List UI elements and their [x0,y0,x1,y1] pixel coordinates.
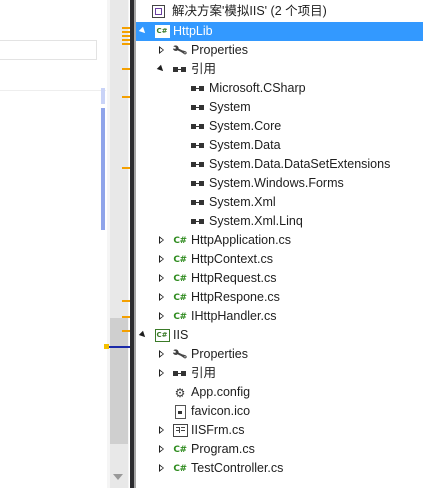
references-icon [172,62,188,77]
tree-item-label: HttpRespone.cs [191,290,280,304]
tree-item-label: Microsoft.CSharp [209,81,306,95]
tree-item-label: HttpRequest.cs [191,271,277,285]
tree-item-label: System.Data.DataSetExtensions [209,157,391,171]
tree-item[interactable]: 引用 [136,60,423,79]
tree-item[interactable]: System.Windows.Forms [136,174,423,193]
caret-indicator [104,344,109,349]
tree-item-label: favicon.ico [191,404,251,418]
editor-divider [0,90,106,91]
expand-arrow-icon[interactable] [156,254,166,264]
tree-item-label: Program.cs [191,442,255,456]
tree-item[interactable]: 🔧 Properties [136,345,423,364]
tree-item[interactable]: 解决方案'模拟IIS' (2 个项目) [136,2,423,21]
tree-item-label: System.Xml [209,195,276,209]
config-icon: ⚙ [174,385,186,400]
tree-item-label: 引用 [191,62,217,76]
scrollbar-thumb[interactable] [110,318,128,444]
csharp-project-icon: C# [154,24,170,39]
tree-item-label: TestController.cs [191,461,284,475]
tree-item[interactable]: System.Xml.Linq [136,212,423,231]
editor-scroll-marker [101,108,105,230]
scroll-down-arrow-icon[interactable] [113,474,123,480]
tree-item-label: System [209,100,251,114]
tree-item-label: 引用 [191,366,217,380]
tree-item-label: System.Data [209,138,281,152]
tree-item[interactable]: ⚙ App.config [136,383,423,402]
tree-item-label: IIS [173,328,189,342]
collapse-arrow-icon[interactable] [156,64,166,74]
reference-icon [190,119,206,134]
collapse-arrow-icon[interactable] [138,330,148,340]
tree-item[interactable]: IISFrm.cs [136,421,423,440]
tree-item[interactable]: 🔧 Properties [136,41,423,60]
tree-item-label: HttpLib [173,24,213,38]
tree-item[interactable]: C# IHttpHandler.cs [136,307,423,326]
expand-arrow-icon[interactable] [156,425,166,435]
tree-item[interactable]: System.Data [136,136,423,155]
tree-item[interactable]: C# IIS [136,326,423,345]
tree-item-label: HttpApplication.cs [191,233,292,247]
csharp-project-icon: C# [154,328,170,343]
tree-item-label: System.Windows.Forms [209,176,344,190]
wrench-icon: 🔧 [171,42,189,59]
tree-item[interactable]: System.Core [136,117,423,136]
tree-item-label: IISFrm.cs [191,423,245,437]
tree-item[interactable]: Microsoft.CSharp [136,79,423,98]
tree-item[interactable]: System.Data.DataSetExtensions [136,155,423,174]
tree-item-label: Properties [191,347,248,361]
tree-item[interactable]: C# HttpLib [136,22,423,41]
tree-item-label: System.Core [209,119,282,133]
expand-arrow-icon[interactable] [156,45,166,55]
csharp-file-icon: C# [173,254,187,265]
tree-item-label: 解决方案'模拟IIS' (2 个项目) [172,4,327,18]
tree-item-label: IHttpHandler.cs [191,309,277,323]
reference-icon [190,138,206,153]
csharp-file-icon: C# [173,235,187,246]
reference-icon [190,100,206,115]
collapse-arrow-icon[interactable] [138,26,148,36]
tree-item[interactable]: C# TestController.cs [136,459,423,478]
code-editor-area[interactable] [0,0,107,488]
editor-text-field[interactable] [0,40,97,60]
references-icon [172,366,188,381]
solution-explorer-tree[interactable]: 解决方案'模拟IIS' (2 个项目) C# HttpLib 🔧 Properties 引… [136,0,423,488]
wrench-icon: 🔧 [171,346,189,363]
reference-icon [190,176,206,191]
expand-arrow-icon[interactable] [156,368,166,378]
editor-change-marker [101,88,105,104]
csharp-file-icon: C# [173,311,187,322]
expand-arrow-icon[interactable] [156,349,166,359]
reference-icon [190,81,206,96]
tree-item[interactable]: C# HttpRespone.cs [136,288,423,307]
csharp-file-icon: C# [173,273,187,284]
tree-item[interactable]: favicon.ico [136,402,423,421]
expand-arrow-icon[interactable] [156,235,166,245]
tree-item-label: Properties [191,43,248,57]
form-icon [172,423,188,438]
tree-item[interactable]: C# HttpRequest.cs [136,269,423,288]
reference-icon [190,214,206,229]
reference-icon [190,157,206,172]
expand-arrow-icon[interactable] [156,311,166,321]
csharp-file-icon: C# [173,444,187,455]
tree-item-label: System.Xml.Linq [209,214,303,228]
reference-icon [190,195,206,210]
csharp-file-icon: C# [173,463,187,474]
solution-icon [150,4,166,19]
tree-item-label: HttpContext.cs [191,252,273,266]
icon-file-icon [172,404,188,419]
tree-item[interactable]: C# HttpContext.cs [136,250,423,269]
tree-item[interactable]: C# Program.cs [136,440,423,459]
tree-item[interactable]: System.Xml [136,193,423,212]
expand-arrow-icon[interactable] [156,444,166,454]
expand-arrow-icon[interactable] [156,273,166,283]
tree-item[interactable]: C# HttpApplication.cs [136,231,423,250]
caret-position-marker [106,346,132,348]
expand-arrow-icon[interactable] [156,463,166,473]
tree-item[interactable]: System [136,98,423,117]
csharp-file-icon: C# [173,292,187,303]
tree-item[interactable]: 引用 [136,364,423,383]
expand-arrow-icon[interactable] [156,292,166,302]
tree-item-label: App.config [191,385,251,399]
